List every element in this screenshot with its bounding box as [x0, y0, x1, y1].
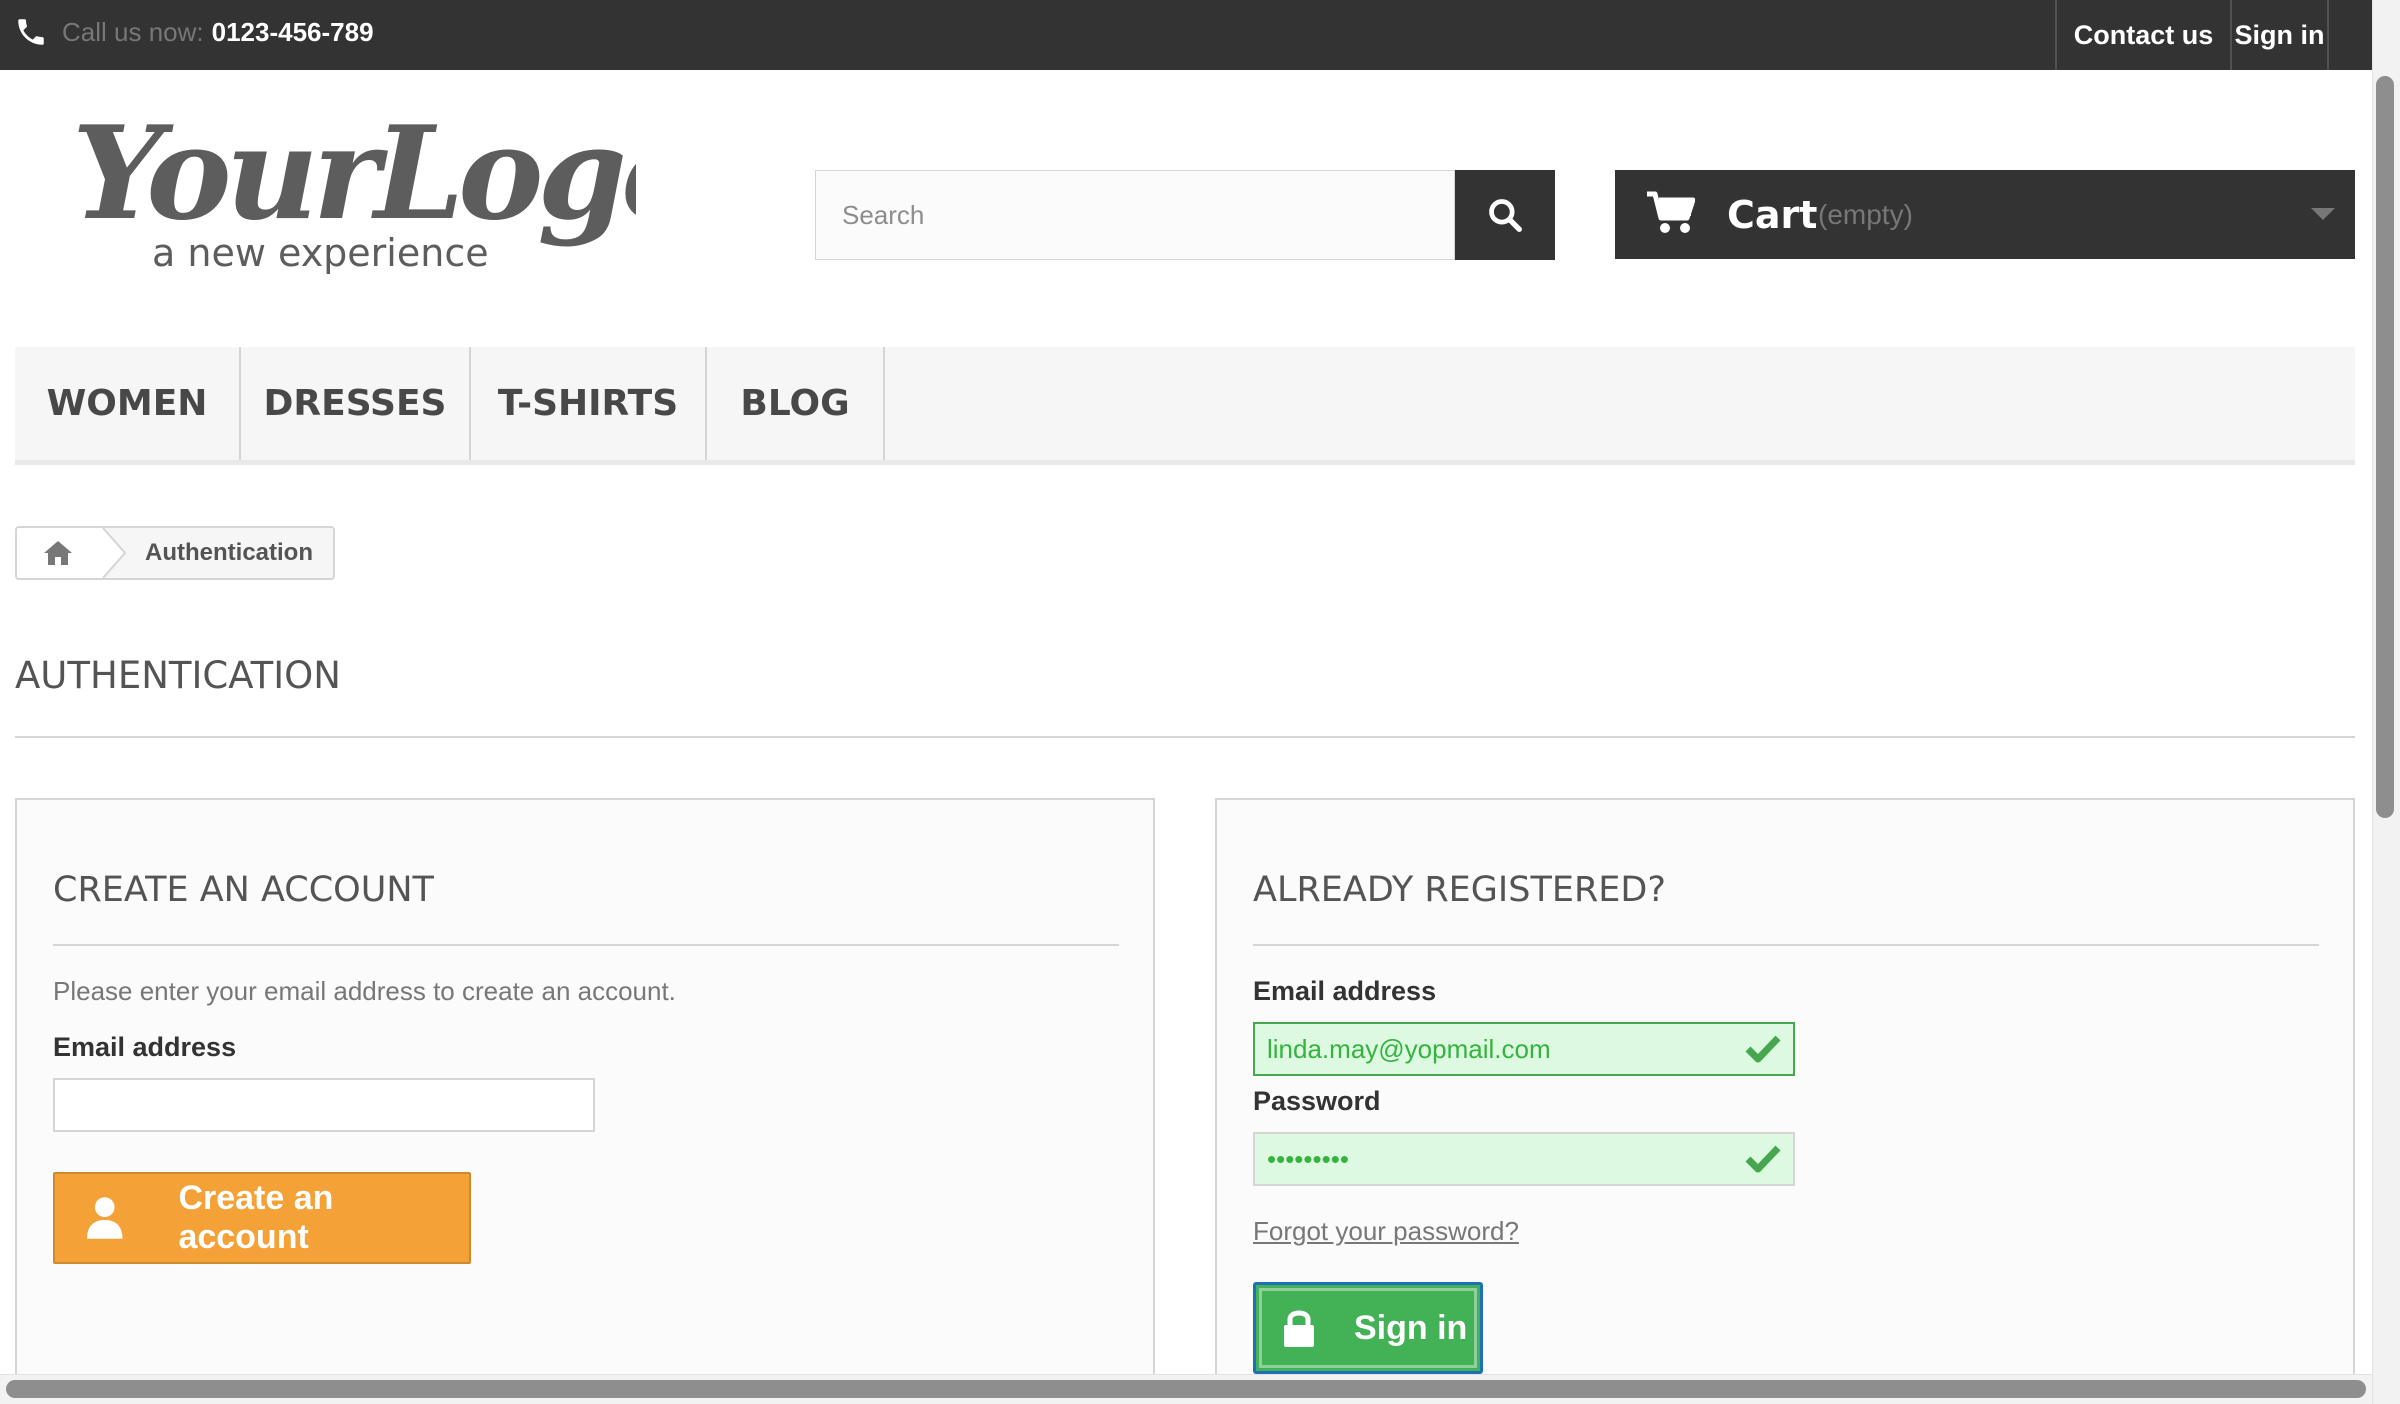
create-account-intro: Please enter your email address to creat…: [53, 976, 676, 1006]
call-label: Call us now:: [62, 16, 204, 47]
user-icon: [86, 1197, 123, 1239]
heading-divider: [15, 736, 2355, 738]
menu-item-women[interactable]: WOMEN: [15, 347, 241, 460]
login-email-input[interactable]: [1253, 1022, 1795, 1076]
password-input[interactable]: [1253, 1132, 1795, 1186]
call-us: Call us now: 0123-456-789: [14, 0, 374, 64]
cart-icon: [1647, 191, 1695, 233]
contact-us-link[interactable]: Contact us: [2055, 0, 2230, 70]
logo-tagline: a new experience: [152, 231, 489, 275]
create-account-form: CREATE AN ACCOUNT Please enter your emai…: [15, 798, 1155, 1398]
create-account-button[interactable]: Create an account: [53, 1172, 471, 1264]
login-email-label: Email address: [1253, 976, 1437, 1006]
menu-item-t-shirts[interactable]: T-SHIRTS: [471, 347, 707, 460]
breadcrumb: Authentication: [15, 526, 335, 580]
cart-block[interactable]: Cart (empty): [1615, 170, 2355, 259]
cart-label: Cart: [1727, 192, 1818, 237]
create-account-heading: CREATE AN ACCOUNT: [53, 870, 434, 910]
password-label: Password: [1253, 1086, 1381, 1116]
cart-status: (empty): [1818, 198, 1913, 230]
page-title: AUTHENTICATION: [15, 654, 341, 697]
check-icon: [1745, 1035, 1781, 1063]
home-icon: [44, 541, 72, 565]
menu-item-dresses[interactable]: DRESSES: [241, 347, 471, 460]
breadcrumb-separator: [99, 528, 127, 578]
login-form: ALREADY REGISTERED? Email address Passwo…: [1215, 798, 2355, 1398]
chevron-down-icon: [2311, 208, 2335, 220]
horizontal-scrollbar-thumb[interactable]: [6, 1380, 2366, 1398]
search-icon: [1489, 199, 1522, 232]
main-menu: WOMEN DRESSES T-SHIRTS BLOG: [15, 347, 2355, 465]
divider: [1253, 944, 2319, 946]
check-icon: [1745, 1145, 1781, 1173]
top-bar: Call us now: 0123-456-789 Contact us Sig…: [0, 0, 2372, 70]
create-email-input[interactable]: [53, 1078, 595, 1132]
sign-in-link[interactable]: Sign in: [2230, 0, 2329, 70]
search-input[interactable]: [815, 170, 1455, 260]
lock-icon: [1284, 1310, 1314, 1347]
forgot-password-link[interactable]: Forgot your password?: [1253, 1216, 1519, 1247]
vertical-scrollbar-thumb[interactable]: [2376, 76, 2394, 818]
sign-in-button[interactable]: Sign in: [1253, 1282, 1483, 1374]
menu-item-blog[interactable]: BLOG: [707, 347, 885, 460]
search-button[interactable]: [1455, 170, 1555, 260]
create-account-button-label: Create an account: [178, 1179, 334, 1256]
site-logo[interactable]: YourLogo a new experience: [66, 99, 709, 282]
phone-number: 0123-456-789: [211, 16, 374, 47]
sign-in-button-label: Sign in: [1354, 1308, 1468, 1347]
breadcrumb-home[interactable]: [17, 528, 99, 578]
logo-text: YourLogo: [72, 110, 636, 249]
create-email-label: Email address: [53, 1032, 237, 1062]
breadcrumb-current: Authentication: [145, 539, 313, 566]
divider: [53, 944, 1119, 946]
phone-icon: [18, 19, 44, 45]
login-heading: ALREADY REGISTERED?: [1253, 870, 1666, 910]
